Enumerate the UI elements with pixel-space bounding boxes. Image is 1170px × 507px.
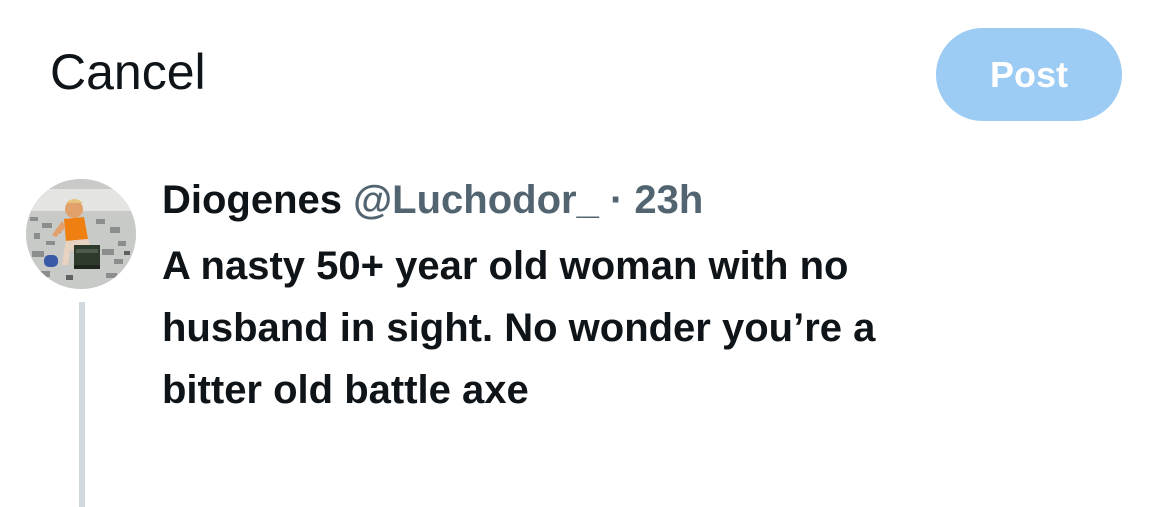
separator-dot: ·	[609, 178, 624, 222]
tweet-time: 23h	[634, 178, 704, 222]
tweet-text-line: A nasty 50+ year old woman with no	[162, 244, 849, 288]
author-name[interactable]: Diogenes	[162, 178, 342, 222]
author-handle[interactable]: @Luchodor_	[353, 178, 599, 222]
avatar-image	[26, 179, 136, 289]
tweet-text-line: bitter old battle axe	[162, 368, 529, 412]
avatar[interactable]	[26, 179, 136, 289]
tweet-text-line: husband in sight. No wonder you’re a	[162, 306, 876, 350]
post-button[interactable]: Post	[936, 28, 1122, 121]
compose-reply-screen: Cancel Post Diogenes @Luchodor_ · 23h A …	[0, 0, 1170, 507]
tweet-header: Diogenes @Luchodor_ · 23h	[162, 172, 703, 228]
cancel-button[interactable]: Cancel	[50, 40, 206, 104]
thread-connector-line	[79, 302, 85, 507]
tweet-text: A nasty 50+ year old woman with no husba…	[162, 235, 1122, 421]
